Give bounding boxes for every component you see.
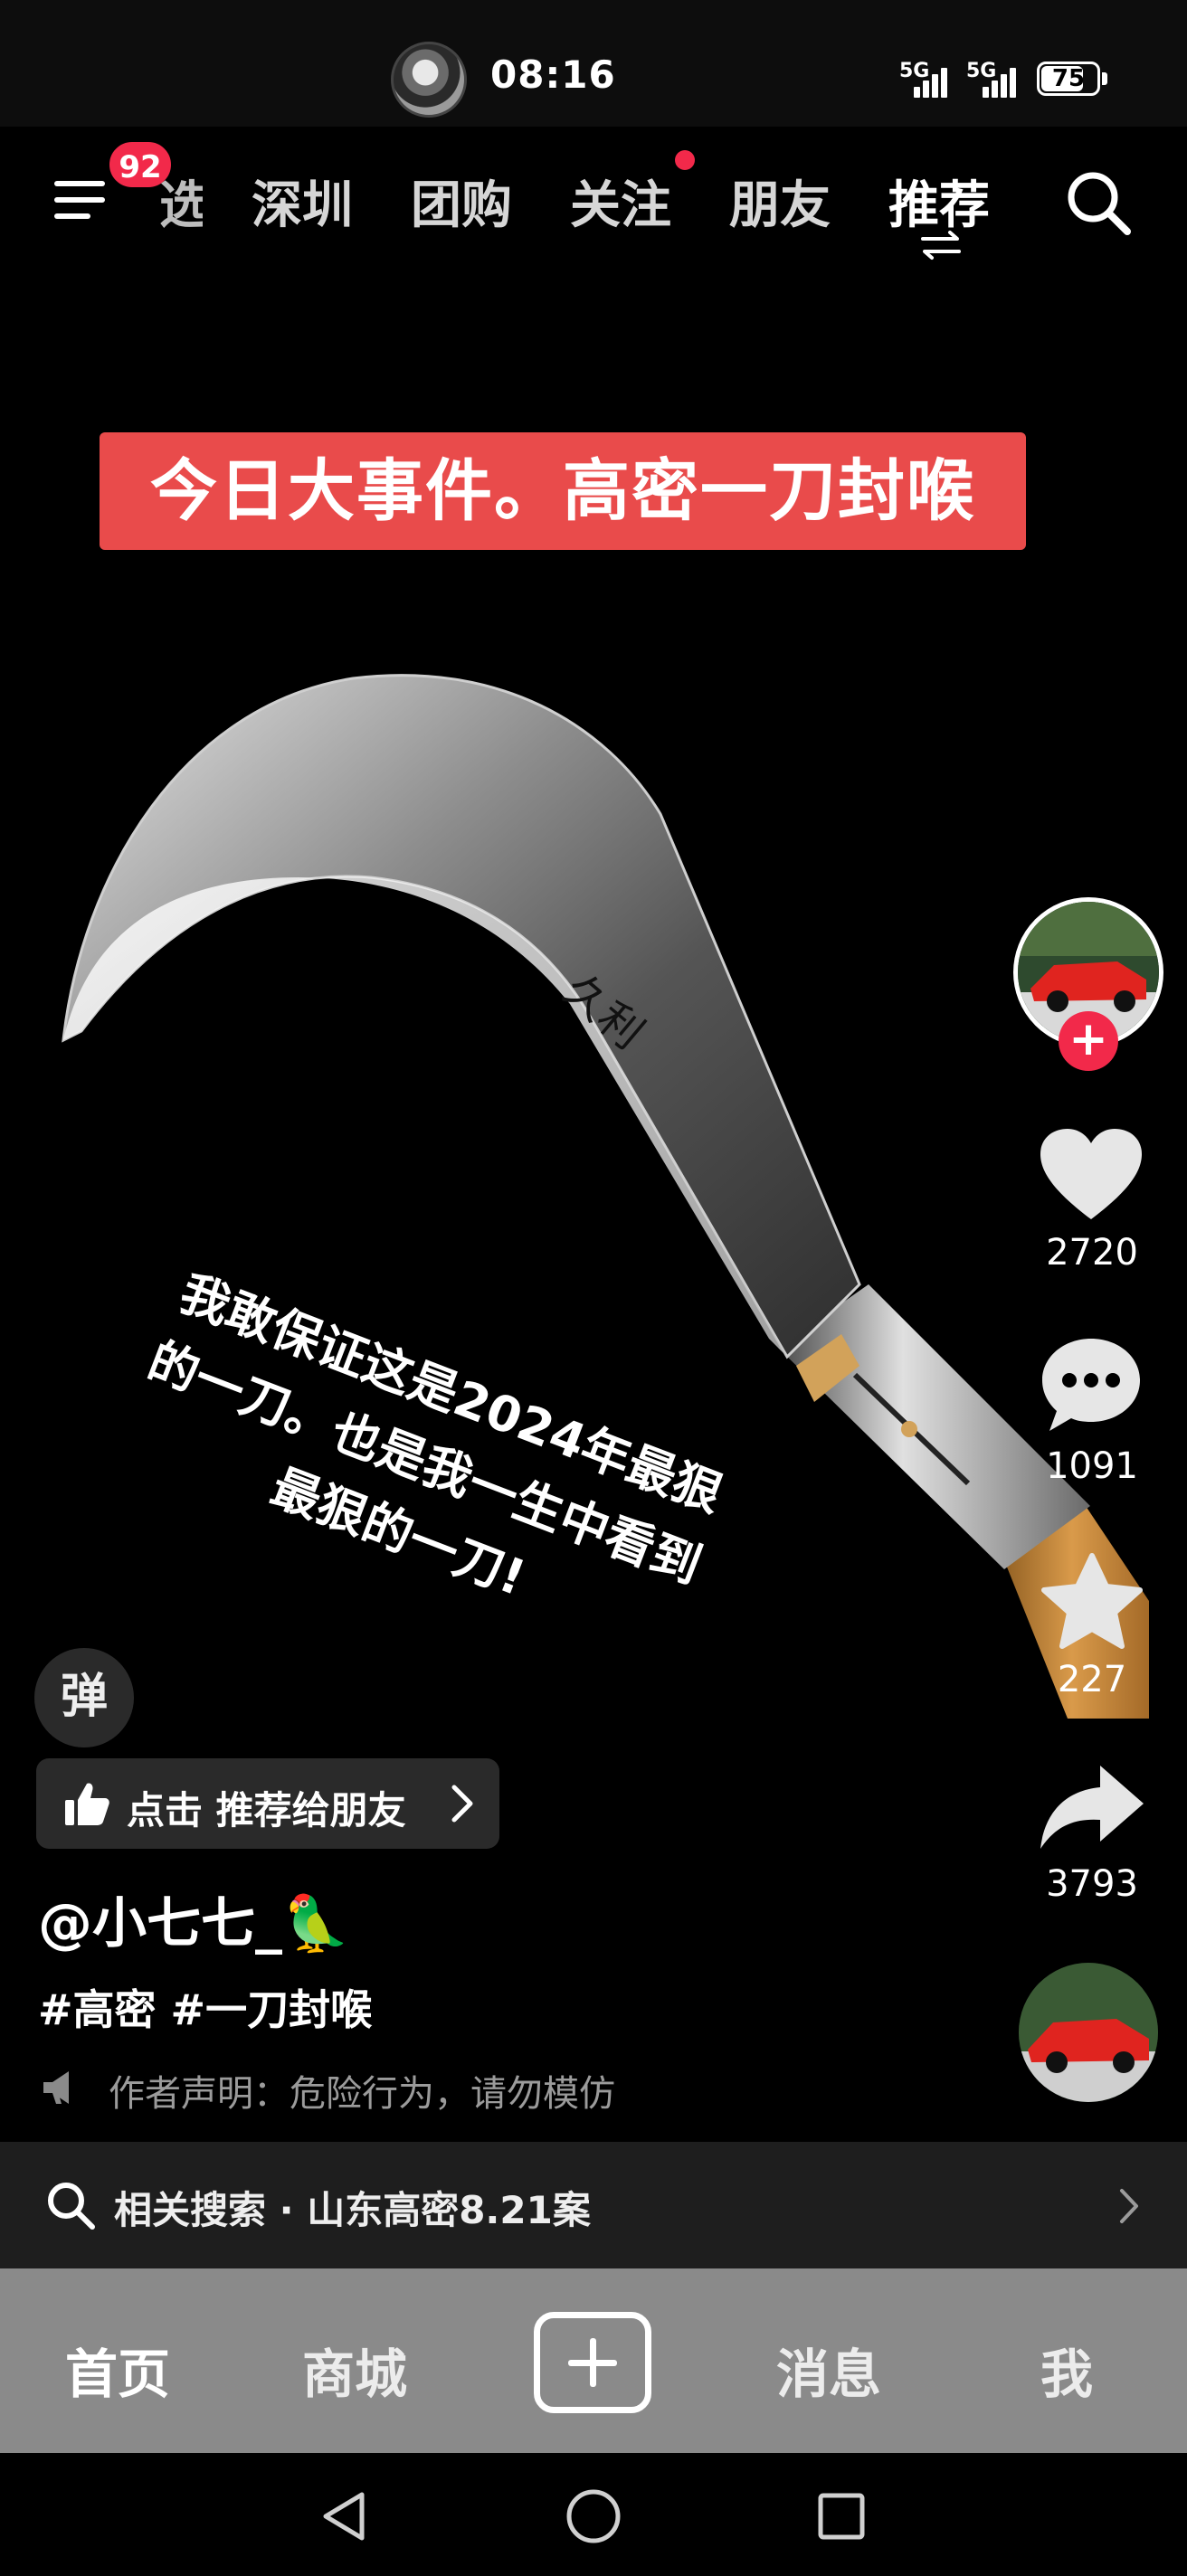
status-time: 08:16 (490, 52, 616, 97)
tab-home[interactable]: 首页 (65, 2332, 170, 2408)
author-username[interactable]: @小七七_🦜 (38, 1880, 350, 1958)
battery-icon: 75 (1037, 62, 1100, 96)
battery-level: 75 (1051, 65, 1086, 92)
back-icon[interactable] (318, 2489, 369, 2543)
favorite-count: 227 (1057, 1659, 1127, 1700)
signal-icon-2 (983, 63, 1024, 98)
tab-partial[interactable]: 选 (159, 165, 203, 238)
tab-messages[interactable]: 消息 (776, 2332, 881, 2408)
chevron-right-icon (451, 1785, 473, 1823)
tab-recommend[interactable]: 推荐 (888, 165, 990, 238)
music-disc[interactable] (1019, 1963, 1158, 2102)
tab-following[interactable]: 关注 (570, 165, 671, 238)
share-icon[interactable] (1037, 1762, 1147, 1852)
megaphone-icon (43, 2071, 69, 2104)
follow-plus-button[interactable]: + (1059, 1011, 1118, 1071)
tab-shenzhen[interactable]: 深圳 (252, 165, 353, 238)
bottom-tab-bar: 首页 商城 消息 我 (0, 2268, 1187, 2453)
menu-icon[interactable] (54, 179, 105, 221)
search-icon[interactable] (1064, 168, 1133, 237)
chevron-right-icon (1120, 2189, 1138, 2223)
search-icon (48, 2183, 95, 2230)
comment-count: 1091 (1046, 1445, 1138, 1487)
related-search-bar[interactable]: 相关搜索 · 山东高密8.21案 (0, 2142, 1187, 2268)
tab-group-buy[interactable]: 团购 (411, 165, 512, 238)
switch-icon[interactable] (919, 230, 963, 260)
tab-friends[interactable]: 朋友 (729, 165, 831, 238)
create-post-button[interactable] (534, 2312, 651, 2413)
heart-icon[interactable] (1037, 1125, 1145, 1225)
thumbs-up-icon (65, 1783, 109, 1825)
tab-me[interactable]: 我 (1040, 2332, 1093, 2408)
battery-cap (1102, 72, 1107, 85)
home-icon[interactable] (565, 2487, 622, 2545)
recommend-to-friend-button[interactable]: 点击 推荐给朋友 (36, 1758, 499, 1849)
system-nav-bar (0, 2453, 1187, 2576)
danmaku-button[interactable]: 弹 (34, 1648, 134, 1747)
star-icon[interactable] (1039, 1552, 1145, 1653)
following-dot (675, 150, 695, 170)
recents-icon[interactable] (816, 2491, 867, 2542)
signal-icon-1 (914, 63, 955, 98)
like-count: 2720 (1046, 1232, 1138, 1274)
status-app-avatar (391, 42, 467, 118)
share-count: 3793 (1046, 1863, 1138, 1905)
recommend-label: 点击 推荐给朋友 (127, 1788, 406, 1833)
related-search-text: 相关搜索 · 山东高密8.21案 (114, 2188, 591, 2232)
video-title-banner: 今日大事件。高密一刀封喉 (100, 432, 1026, 550)
tab-mall[interactable]: 商城 (302, 2332, 407, 2408)
hashtags[interactable]: #高密 #一刀封喉 (38, 1977, 372, 2037)
author-disclaimer: 作者声明：危险行为，请勿模仿 (109, 2073, 615, 2115)
comment-icon[interactable] (1039, 1335, 1144, 1436)
